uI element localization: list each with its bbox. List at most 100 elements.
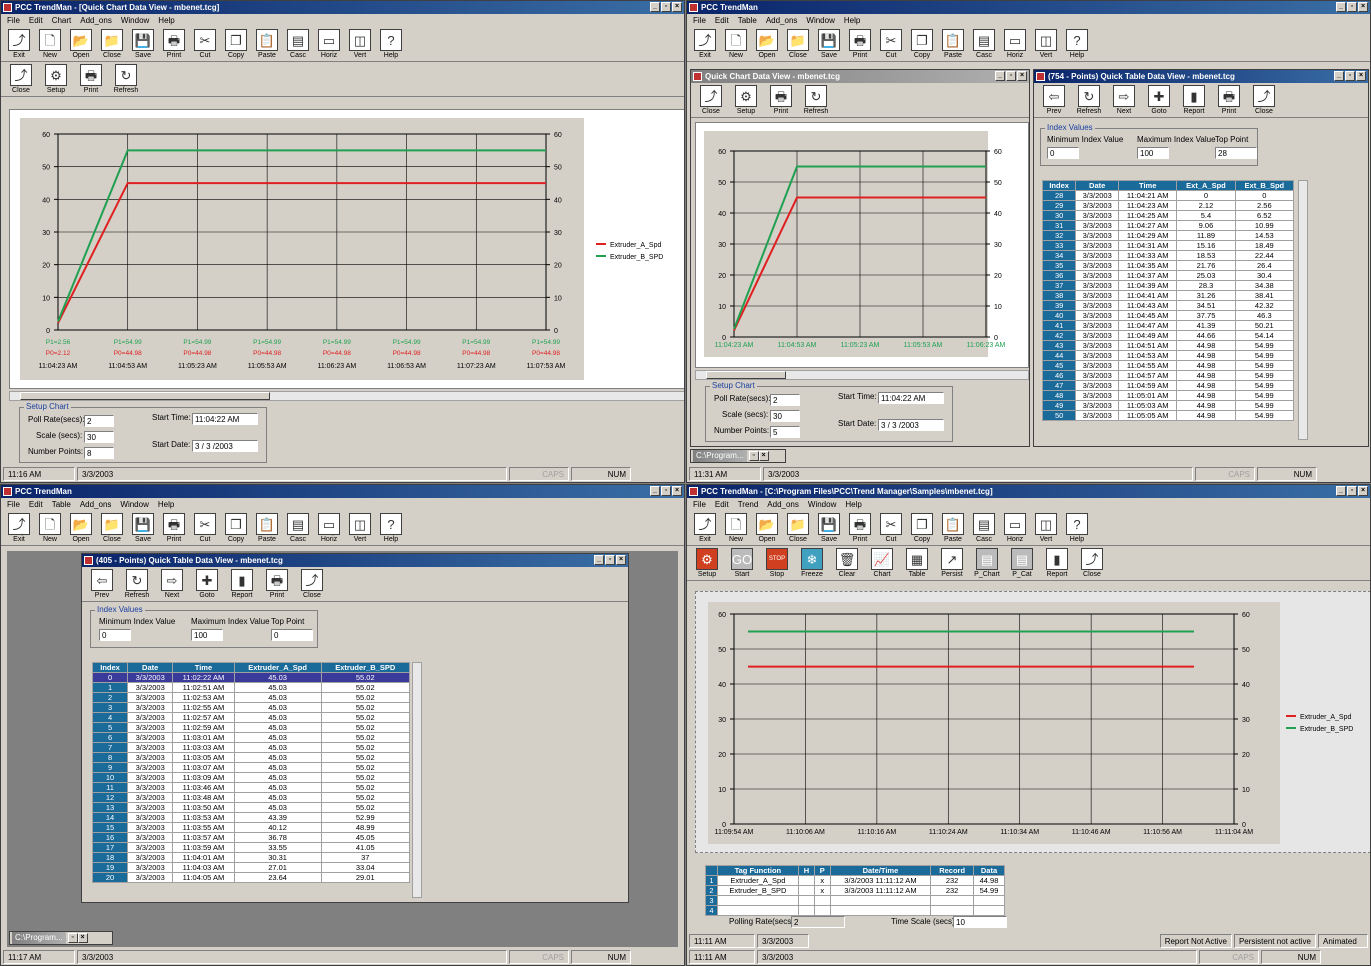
table-row[interactable]: 34 3/3/2003 11:04:33 AM 18.53 22.44	[1041, 250, 1295, 261]
column-header[interactable]: P	[813, 865, 831, 876]
table-row[interactable]: 43 3/3/2003 11:04:51 AM 44.98 54.99	[1041, 340, 1295, 351]
close-button[interactable]: ⤴ Close	[1247, 85, 1281, 115]
close-button[interactable]: ×	[1358, 2, 1368, 12]
maximize-button[interactable]: ▫	[1006, 71, 1016, 81]
cut-button[interactable]: ✂ Cut	[190, 29, 220, 59]
table-row[interactable]: 47 3/3/2003 11:04:59 AM 44.98 54.99	[1041, 380, 1295, 391]
start-button[interactable]: GO Start	[725, 548, 759, 578]
table-row[interactable]: 8 3/3/2003 11:03:05 AM 45.03 55.02	[91, 752, 410, 763]
freeze-button[interactable]: ❄ Freeze	[795, 548, 829, 578]
minimize-button[interactable]: _	[1336, 486, 1346, 496]
max-index-input[interactable]: 100	[1137, 147, 1169, 159]
close-button[interactable]: ⤴ Close	[1075, 548, 1109, 578]
next-button[interactable]: ⇨ Next	[1107, 85, 1141, 115]
save-button[interactable]: 💾 Save	[814, 513, 844, 543]
poll-rate-input[interactable]: 2	[770, 394, 800, 406]
column-header[interactable]: Date/Time	[829, 865, 932, 876]
close-button[interactable]: ×	[672, 2, 682, 12]
chart-button[interactable]: 📈 Chart	[865, 548, 899, 578]
close-button[interactable]: ⤴ Close	[4, 64, 38, 94]
close-button[interactable]: ×	[1356, 71, 1366, 81]
print-button[interactable]: 🖶 Print	[159, 29, 189, 59]
restore-button[interactable]: ▫	[748, 451, 759, 461]
horiz-button[interactable]: ▭ Horiz	[1000, 513, 1030, 543]
exit-button[interactable]: ⤴ Exit	[4, 513, 34, 543]
minimize-button[interactable]: _	[995, 71, 1005, 81]
menu-edit[interactable]: Edit	[715, 498, 729, 511]
menu-add-ons[interactable]: Add_ons	[767, 498, 799, 511]
report-button[interactable]: ▮ Report	[1040, 548, 1074, 578]
prev-button[interactable]: ⇦ Prev	[85, 569, 119, 599]
column-header[interactable]: Ext_B_Spd	[1234, 180, 1295, 191]
open-button[interactable]: 📂 Open	[66, 29, 96, 59]
table-row[interactable]: 7 3/3/2003 11:03:03 AM 45.03 55.02	[91, 742, 410, 753]
minimized-window[interactable]: C:\Program... ▫ ×	[690, 449, 786, 463]
new-button[interactable]: 🗋 New	[721, 513, 751, 543]
table-row[interactable]: 16 3/3/2003 11:03:57 AM 36.78 45.05	[91, 832, 410, 843]
open-button[interactable]: 📂 Open	[752, 29, 782, 59]
menu-add-ons[interactable]: Add_ons	[80, 14, 112, 27]
table-row[interactable]: 44 3/3/2003 11:04:53 AM 44.98 54.99	[1041, 350, 1295, 361]
vertical-scrollbar[interactable]	[1298, 180, 1308, 440]
persist-button[interactable]: ↗ Persist	[935, 548, 969, 578]
table-row[interactable]: 5 3/3/2003 11:02:59 AM 45.03 55.02	[91, 722, 410, 733]
casc-button[interactable]: ▤ Casc	[969, 513, 999, 543]
table-row[interactable]: 49 3/3/2003 11:05:03 AM 44.98 54.99	[1041, 400, 1295, 411]
table-row[interactable]: 33 3/3/2003 11:04:31 AM 15.16 18.49	[1041, 240, 1295, 251]
table-row[interactable]: 46 3/3/2003 11:04:57 AM 44.98 54.99	[1041, 370, 1295, 381]
column-header[interactable]: Index	[1041, 180, 1077, 191]
column-header[interactable]: Date	[127, 662, 174, 673]
column-header[interactable]: Tag Function	[716, 865, 799, 876]
menu-help[interactable]: Help	[158, 498, 174, 511]
menu-file[interactable]: File	[693, 498, 706, 511]
column-header[interactable]: Extruder_B_SPD	[320, 662, 410, 673]
scale-input[interactable]: 30	[84, 431, 114, 443]
vert-button[interactable]: ◫ Vert	[345, 29, 375, 59]
minimize-button[interactable]: _	[594, 555, 604, 565]
new-button[interactable]: 🗋 New	[721, 29, 751, 59]
new-button[interactable]: 🗋 New	[35, 513, 65, 543]
menu-file[interactable]: File	[7, 14, 20, 27]
table-row[interactable]: 1 Extruder_A_Spd x 3/3/2003 11:11:12 AM 232 4…	[705, 875, 1006, 886]
table-row[interactable]: 39 3/3/2003 11:04:43 AM 34.51 42.32	[1041, 300, 1295, 311]
column-header[interactable]: Date	[1075, 180, 1120, 191]
min-index-input[interactable]: 0	[99, 629, 131, 641]
close-button[interactable]: 📁 Close	[97, 29, 127, 59]
horiz-button[interactable]: ▭ Horiz	[314, 29, 344, 59]
column-header[interactable]: Time	[1118, 180, 1178, 191]
save-button[interactable]: 💾 Save	[128, 29, 158, 59]
stop-button[interactable]: STOP Stop	[760, 548, 794, 578]
table-row[interactable]: 9 3/3/2003 11:03:07 AM 45.03 55.02	[91, 762, 410, 773]
table-row[interactable]: 2 Extruder_B_SPD x 3/3/2003 11:11:12 AM 232 5…	[705, 885, 1006, 896]
new-button[interactable]: 🗋 New	[35, 29, 65, 59]
table-row[interactable]: 38 3/3/2003 11:04:41 AM 31.26 38.41	[1041, 290, 1295, 301]
close-button[interactable]: ×	[1017, 71, 1027, 81]
close-button[interactable]: 📁 Close	[783, 29, 813, 59]
table-row[interactable]: 45 3/3/2003 11:04:55 AM 44.98 54.99	[1041, 360, 1295, 371]
vert-button[interactable]: ◫ Vert	[1031, 29, 1061, 59]
close-button[interactable]: ⤴ Close	[295, 569, 329, 599]
horizontal-scrollbar[interactable]	[9, 391, 684, 401]
maximize-button[interactable]: ▫	[605, 555, 615, 565]
exit-button[interactable]: ⤴ Exit	[4, 29, 34, 59]
close-button[interactable]: ⤴ Close	[694, 85, 728, 115]
menu-help[interactable]: Help	[158, 14, 174, 27]
menu-window[interactable]: Window	[806, 14, 834, 27]
table-row[interactable]: 4	[705, 905, 1006, 916]
table-row[interactable]: 6 3/3/2003 11:03:01 AM 45.03 55.02	[91, 732, 410, 743]
print-button[interactable]: 🖶 Print	[764, 85, 798, 115]
close-button[interactable]: 📁 Close	[783, 513, 813, 543]
column-header[interactable]: H	[797, 865, 815, 876]
copy-button[interactable]: ❐ Copy	[221, 513, 251, 543]
table-row[interactable]: 35 3/3/2003 11:04:35 AM 21.76 26.4	[1041, 260, 1295, 271]
print-button[interactable]: 🖶 Print	[159, 513, 189, 543]
menu-file[interactable]: File	[7, 498, 20, 511]
menu-table[interactable]: Table	[52, 498, 71, 511]
maximize-button[interactable]: ▫	[661, 486, 671, 496]
print-button[interactable]: 🖶 Print	[260, 569, 294, 599]
table-row[interactable]: 48 3/3/2003 11:05:01 AM 44.98 54.99	[1041, 390, 1295, 401]
table-row[interactable]: 0 3/3/2003 11:02:22 AM 45.03 55.02	[91, 672, 410, 683]
paste-button[interactable]: 📋 Paste	[252, 513, 282, 543]
table-row[interactable]: 11 3/3/2003 11:03:46 AM 45.03 55.02	[91, 782, 410, 793]
exit-button[interactable]: ⤴ Exit	[690, 29, 720, 59]
